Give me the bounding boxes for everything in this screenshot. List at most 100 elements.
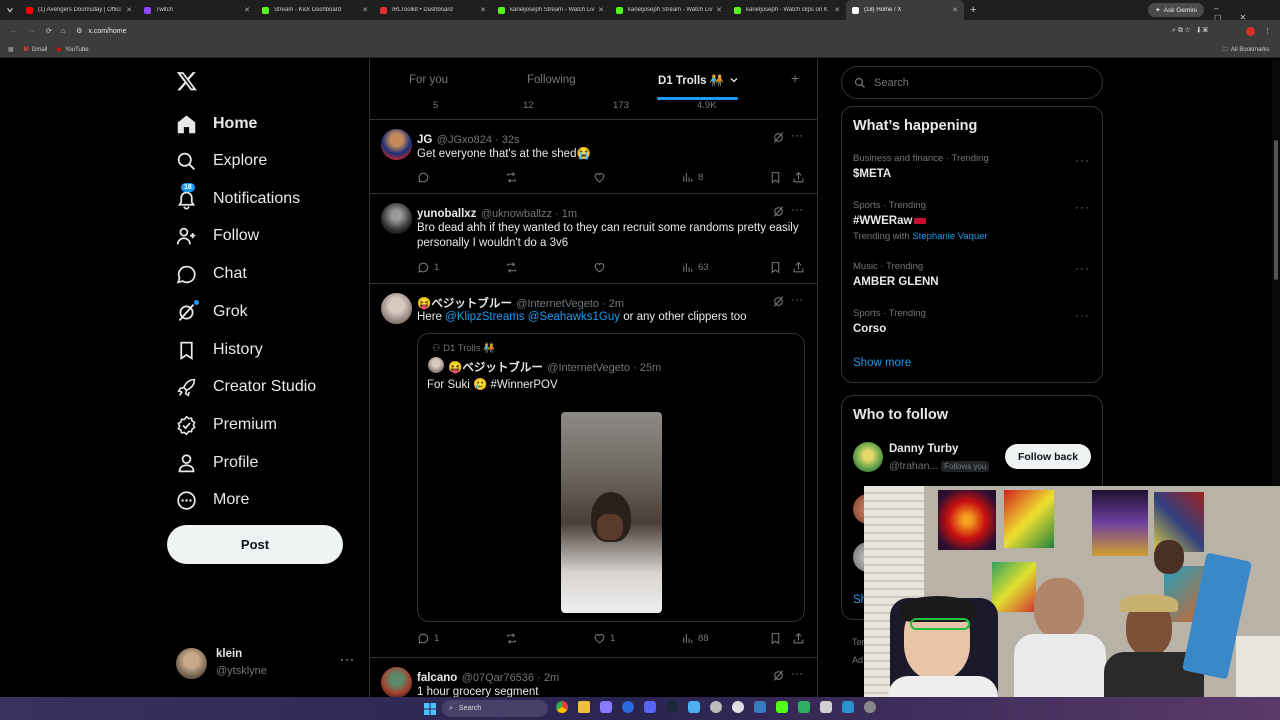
avatar[interactable] <box>428 357 444 373</box>
browser-tab[interactable]: (1) Avengers Doomsday | Offici ✕ <box>20 0 138 20</box>
nav-profile[interactable]: Profile <box>176 448 258 478</box>
nav-follow[interactable]: Follow <box>176 221 259 251</box>
author-name[interactable]: 😝ベジットブルー <box>417 298 512 310</box>
url-field[interactable]: x.com/home <box>88 28 126 35</box>
trend-item[interactable]: Music · Trending AMBER GLENN ··· <box>842 259 1102 299</box>
profile-avatar[interactable] <box>1246 26 1255 36</box>
bookmark-icon[interactable] <box>769 171 782 184</box>
trending-with-link[interactable]: Stephanie Vaquer <box>912 231 987 242</box>
view-count[interactable]: 4.9K <box>682 100 717 111</box>
close-tab-icon[interactable]: ✕ <box>952 6 958 14</box>
tweet[interactable]: 😝ベジットブルー @InternetVegeto · 2m ··· Here @… <box>370 285 817 658</box>
grok-analyze-icon[interactable] <box>772 131 785 144</box>
community-label[interactable]: ⚇ D1 Trolls 🧑‍🤝‍🧑 <box>432 343 495 354</box>
app-icon[interactable] <box>820 701 832 713</box>
ask-gemini-button[interactable]: ✦ Ask Gemini <box>1148 3 1204 17</box>
search-input[interactable]: Search <box>841 66 1103 99</box>
reply-button[interactable]: 1 <box>417 261 439 274</box>
obs-icon[interactable] <box>732 701 744 713</box>
quoted-tweet[interactable]: ⚇ D1 Trolls 🧑‍🤝‍🧑 😝ベジットブルー @InternetVege… <box>417 333 805 622</box>
taskbar-search[interactable]: ⌕ Search <box>442 700 548 717</box>
like-button[interactable] <box>593 261 610 274</box>
reply-count[interactable]: 5 <box>418 100 438 111</box>
nav-premium[interactable]: Premium <box>176 410 277 440</box>
like-button[interactable]: 1 <box>593 632 615 645</box>
tab-following[interactable]: Following <box>527 74 576 86</box>
kick-icon[interactable] <box>776 701 788 713</box>
app-icon[interactable] <box>842 701 854 713</box>
forward-icon[interactable]: → <box>28 28 35 35</box>
new-tab-button[interactable]: + <box>970 4 976 16</box>
follow-back-button[interactable]: Follow back <box>1005 444 1091 469</box>
repost-button[interactable] <box>505 171 522 184</box>
browser-tab[interactable]: (18) Home / X ✕ <box>846 0 964 20</box>
author-name[interactable]: 😝ベジットブルー <box>448 362 543 374</box>
author-handle[interactable]: @InternetVegeto <box>516 298 599 310</box>
browser-tab[interactable]: kaneljoseph - Watch clips on K ✕ <box>728 0 846 20</box>
author-handle[interactable]: @07Qar76536 <box>462 672 534 684</box>
tab-search-button[interactable] <box>0 0 20 20</box>
author-handle[interactable]: @uknowballzz <box>481 208 552 220</box>
suggestion-handle[interactable]: @trahan... <box>889 460 938 472</box>
back-icon[interactable]: ← <box>10 28 17 35</box>
nav-history[interactable]: History <box>176 335 263 365</box>
app-icon[interactable] <box>710 701 722 713</box>
scrollbar-thumb[interactable] <box>1274 140 1278 280</box>
tab-for-you[interactable]: For you <box>409 74 448 86</box>
tweet-more-icon[interactable]: ··· <box>791 666 803 680</box>
footer-link[interactable]: Ter <box>852 637 865 647</box>
mention-link[interactable]: @Seahawks1Guy <box>528 311 620 323</box>
settings-icon[interactable] <box>864 701 876 713</box>
close-tab-icon[interactable]: ✕ <box>244 6 250 14</box>
tweet[interactable]: yunoballxz @uknowballzz · 1m ··· Bro dea… <box>370 195 817 284</box>
trend-item[interactable]: Business and finance · Trending $META ··… <box>842 151 1102 191</box>
bookmark-gmail[interactable]: M Gmail <box>24 47 48 53</box>
nav-notifications[interactable]: 18 Notifications <box>176 182 300 214</box>
apps-icon[interactable]: ▦ <box>8 46 14 53</box>
nav-home[interactable]: Home <box>176 109 257 139</box>
avatar[interactable] <box>853 442 883 472</box>
account-more-icon[interactable]: ··· <box>340 652 355 666</box>
like-count[interactable]: 173 <box>598 100 629 111</box>
tweet-time[interactable]: 32s <box>502 134 520 146</box>
repost-button[interactable] <box>505 261 522 274</box>
bookmark-icon[interactable] <box>769 632 782 645</box>
close-tab-icon[interactable]: ✕ <box>716 6 722 14</box>
taskbar-apps[interactable] <box>556 701 876 713</box>
nav-more[interactable]: More <box>176 485 249 515</box>
share-icon[interactable] <box>792 171 805 184</box>
nav-grok[interactable]: Grok <box>176 297 248 327</box>
post-button[interactable]: Post <box>167 525 343 564</box>
app-icon[interactable] <box>754 701 766 713</box>
close-tab-icon[interactable]: ✕ <box>598 6 604 14</box>
app-icon[interactable] <box>688 701 700 713</box>
nav-creator-studio[interactable]: Creator Studio <box>176 372 316 402</box>
tweet[interactable]: JG @JGxo824 · 32s ··· Get everyone that'… <box>370 121 817 194</box>
repost-button[interactable] <box>505 632 522 645</box>
author-name[interactable]: falcano <box>417 672 457 684</box>
close-tab-icon[interactable]: ✕ <box>362 6 368 14</box>
footer-link[interactable]: Ad <box>852 655 863 665</box>
grok-analyze-icon[interactable] <box>772 205 785 218</box>
all-bookmarks-button[interactable]: 🗀 All Bookmarks <box>1222 45 1269 55</box>
grok-analyze-icon[interactable] <box>772 669 785 682</box>
quote-video-thumbnail[interactable] <box>561 412 662 613</box>
avatar[interactable] <box>381 203 412 234</box>
account-switcher[interactable]: klein @ytsklyne ··· <box>176 646 358 682</box>
browser-tab[interactable]: Stream - Kick Dashboard ✕ <box>256 0 374 20</box>
tweet-more-icon[interactable]: ··· <box>791 292 803 306</box>
nav-explore[interactable]: Explore <box>176 146 267 176</box>
browser-tab[interactable]: Twitch ✕ <box>138 0 256 20</box>
grok-analyze-icon[interactable] <box>772 295 785 308</box>
discord-icon[interactable] <box>644 701 656 713</box>
add-tab-icon[interactable]: + <box>791 70 799 86</box>
home-browser-icon[interactable]: ⌂ <box>61 28 65 35</box>
author-handle[interactable]: @JGxo824 <box>437 134 492 146</box>
reply-button[interactable]: 1 <box>417 632 439 645</box>
trend-more-icon[interactable]: ··· <box>1075 200 1090 214</box>
bookmark-youtube[interactable]: ▶ YouTube <box>57 46 88 54</box>
browser-menu-icon[interactable]: ⋮ <box>1264 27 1271 35</box>
folder-icon[interactable] <box>578 701 590 713</box>
views-button[interactable]: 88 <box>681 632 709 645</box>
browser-tab[interactable]: kaneljoseph Stream - Watch Liv ✕ <box>610 0 728 20</box>
